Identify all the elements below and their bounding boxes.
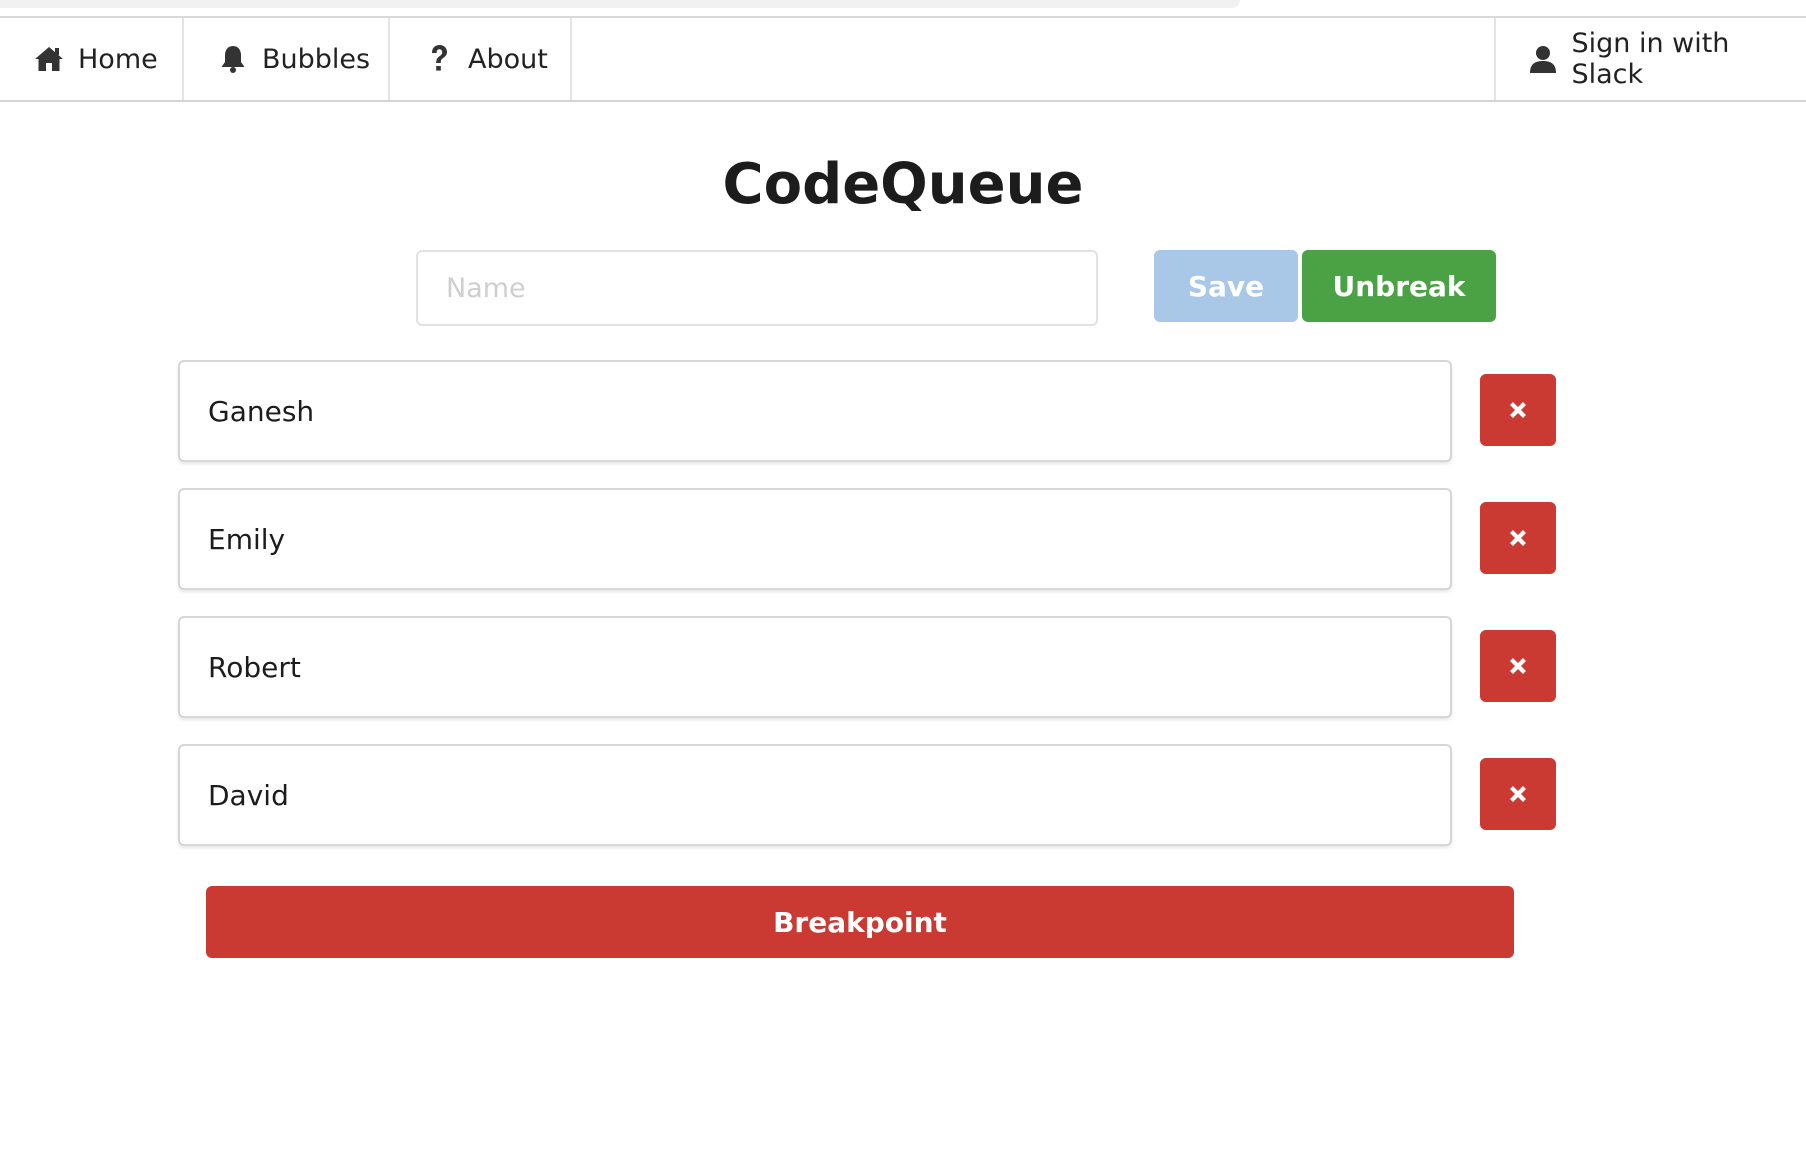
breakpoint-button[interactable]: Breakpoint	[206, 886, 1514, 958]
user-icon	[1526, 42, 1559, 76]
queue-item: Emily	[178, 488, 1452, 590]
sign-in-label: Sign in with Slack	[1571, 28, 1730, 90]
nav-divider	[1494, 18, 1496, 100]
remove-button[interactable]	[1480, 630, 1556, 702]
nav-divider	[388, 18, 390, 100]
queue-item: Robert	[178, 616, 1452, 718]
browser-top-strip	[0, 0, 1806, 18]
save-button[interactable]: Save	[1154, 250, 1298, 322]
nav-divider	[570, 18, 572, 100]
nav-item-bubbles[interactable]: Bubbles	[216, 18, 370, 100]
browser-tab-shape	[0, 0, 1240, 8]
remove-button[interactable]	[1480, 758, 1556, 830]
home-icon	[32, 42, 66, 76]
name-input[interactable]	[416, 250, 1098, 326]
nav-item-home[interactable]: Home	[32, 18, 158, 100]
nav-item-label: Home	[78, 43, 158, 75]
nav-divider	[182, 18, 184, 100]
close-icon	[1507, 399, 1529, 421]
close-icon	[1507, 783, 1529, 805]
remove-button[interactable]	[1480, 374, 1556, 446]
nav-item-label: Bubbles	[262, 43, 371, 75]
queue-item: Ganesh	[178, 360, 1452, 462]
close-icon	[1507, 527, 1529, 549]
queue-item: David	[178, 744, 1452, 846]
close-icon	[1507, 655, 1529, 677]
nav-item-label: About	[468, 43, 548, 75]
nav-item-about[interactable]: About	[422, 18, 548, 100]
page-title: CodeQueue	[722, 152, 1084, 217]
bell-icon	[216, 42, 250, 76]
question-icon	[422, 42, 456, 76]
unbreak-button[interactable]: Unbreak	[1302, 250, 1496, 322]
top-navbar: Home Bubbles About Sign in with Slack	[0, 18, 1806, 102]
sign-in-slack-link[interactable]: Sign in with Slack	[1526, 18, 1806, 100]
remove-button[interactable]	[1480, 502, 1556, 574]
